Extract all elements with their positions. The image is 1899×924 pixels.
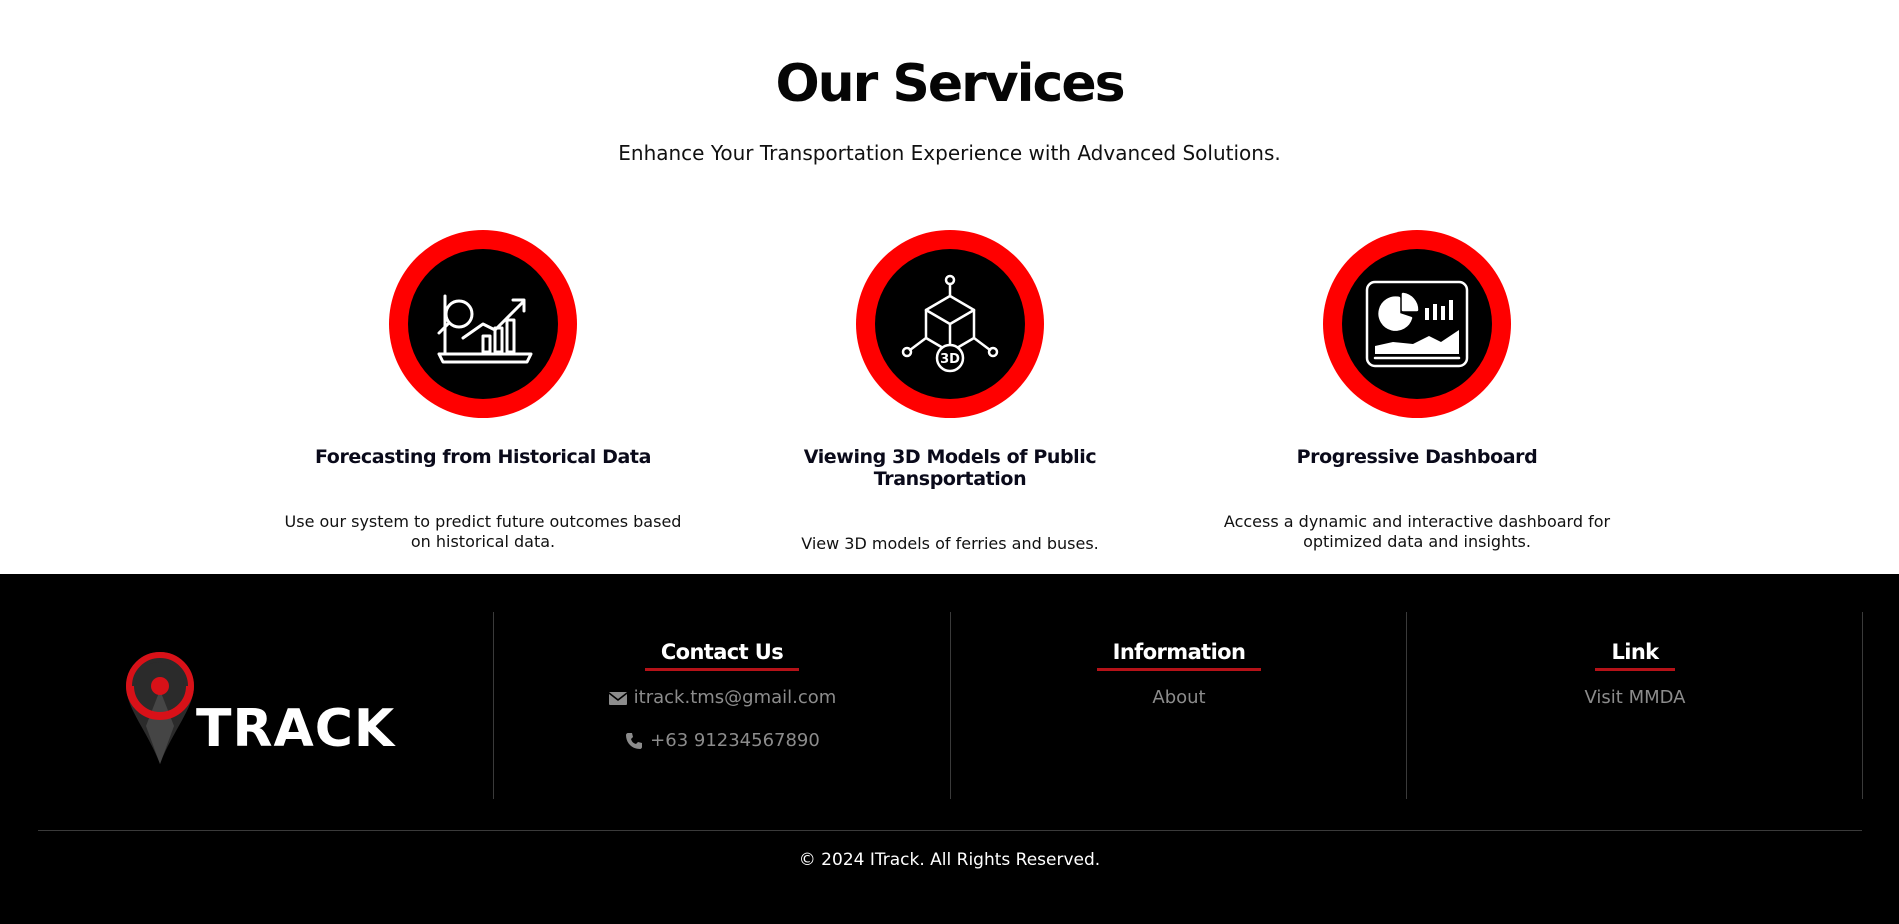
contact-phone-text[interactable]: +63 91234567890 [650,730,820,751]
service-card-description: Access a dynamic and interactive dashboa… [1223,512,1611,551]
footer-column-contact: Contact Us itrack.tms@gmail.com +63 9123… [494,640,950,751]
footer-column-title: Link [1595,640,1675,671]
services-section: Our Services Enhance Your Transportation… [0,0,1899,574]
services-title: Our Services [775,54,1125,114]
service-card-title: Progressive Dashboard [1296,446,1538,468]
contact-phone[interactable]: +63 91234567890 [494,730,950,751]
service-card-title: Viewing 3D Models of Public Transportati… [803,446,1097,490]
service-icon-ring: 3D [856,230,1044,418]
service-card-3d-models: 3D Viewing 3D Models of Public Transport… [730,230,1170,554]
footer-column-title: Contact Us [644,640,800,671]
itrack-logo: TRACK [126,652,396,764]
3d-cube-icon: 3D [901,274,999,373]
contact-email-text[interactable]: itrack.tms@gmail.com [634,687,837,708]
service-icon-ring [1323,230,1511,418]
services-subtitle: Enhance Your Transportation Experience w… [618,141,1281,165]
service-card-description: View 3D models of ferries and buses. [801,534,1099,553]
envelope-icon [608,691,628,705]
footer-column-information: Information About [951,640,1407,708]
footer-link-about[interactable]: About [951,687,1407,708]
footer-column-link: Link Visit MMDA [1407,640,1863,708]
service-card-description: Use our system to predict future outcome… [284,512,682,551]
brand-wordmark: TRACK [196,699,396,759]
contact-email[interactable]: itrack.tms@gmail.com [494,687,950,708]
service-card-title: Forecasting from Historical Data [314,446,651,468]
phone-icon [626,732,643,749]
dashboard-icon [1365,280,1469,368]
svg-text:3D: 3D [940,352,960,367]
service-card-dashboard: Progressive Dashboard Access a dynamic a… [1197,230,1637,552]
service-card-forecasting: Forecasting from Historical Data Use our… [263,230,703,552]
footer-column-title: Information [1096,640,1262,671]
site-footer: TRACK Contact Us itrack.tms@gmail.com +6… [0,574,1899,924]
footer-link-visit-mmda[interactable]: Visit MMDA [1407,687,1863,708]
footer-separator [38,830,1862,831]
service-icon-ring [389,230,577,418]
forecast-chart-icon [437,294,533,364]
copyright-text: © 2024 ITrack. All Rights Reserved. [798,850,1101,870]
